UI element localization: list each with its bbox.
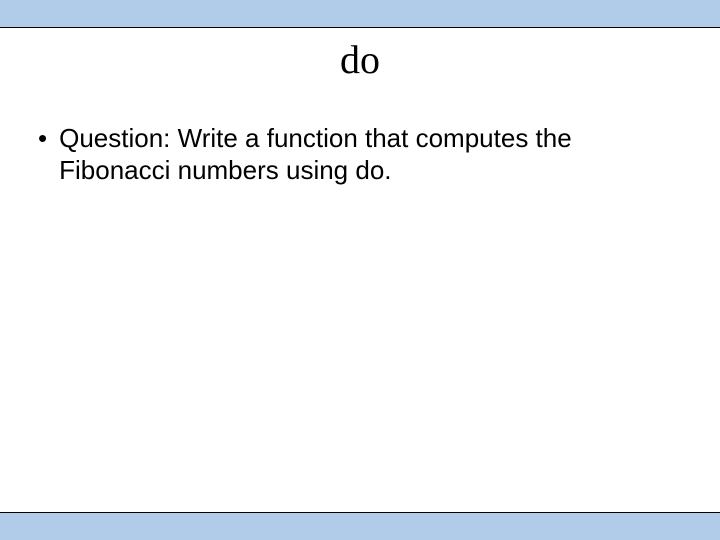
bullet-text: Question: Write a function that computes… xyxy=(59,122,680,186)
slide-content: • Question: Write a function that comput… xyxy=(38,122,680,186)
top-accent-bar xyxy=(0,0,720,28)
slide-title: do xyxy=(0,36,720,83)
bullet-item: • Question: Write a function that comput… xyxy=(38,122,680,186)
bottom-accent-bar xyxy=(0,512,720,540)
bullet-marker: • xyxy=(38,122,47,154)
